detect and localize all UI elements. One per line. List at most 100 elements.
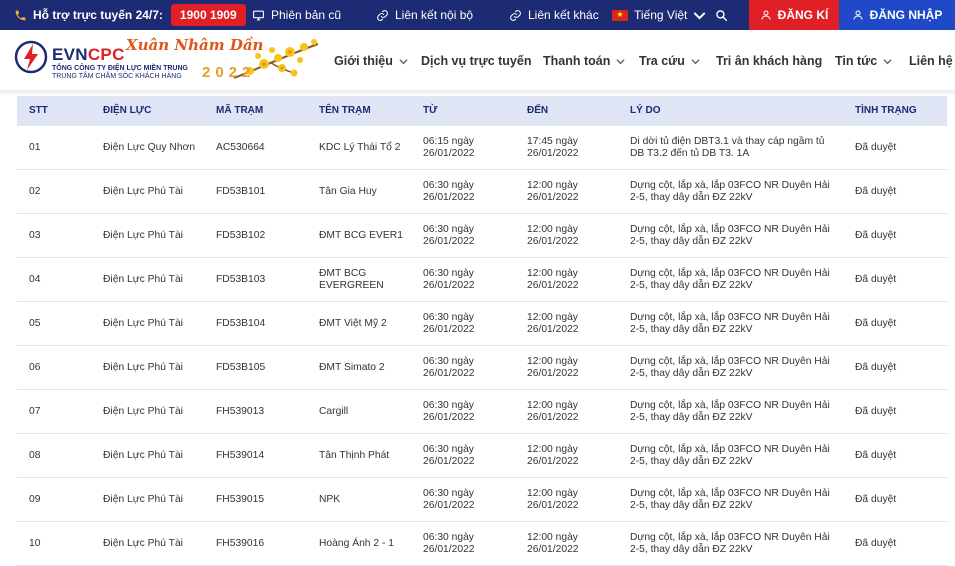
cell-ma-tram: AC530664: [216, 141, 265, 153]
cell-tinh-trang: Đã duyệt: [855, 273, 897, 285]
chevron-down-icon: [693, 11, 706, 19]
cell-dien-luc: Điện Lực Phú Tài: [103, 273, 183, 285]
user-icon: [853, 10, 863, 20]
link-icon: [377, 9, 388, 21]
nav-item-thanh-toan[interactable]: Thanh toán: [543, 30, 625, 92]
table-row: 04 Điện Lực Phú Tài FD53B103 ĐMT BCG EVE…: [17, 258, 947, 302]
cell-stt: 08: [29, 449, 41, 461]
cell-ten-tram: NPK: [319, 493, 341, 505]
nav-label: Thanh toán: [543, 54, 611, 68]
cell-tinh-trang: Đã duyệt: [855, 493, 897, 505]
cell-ten-tram: ĐMT Simato 2: [319, 361, 385, 373]
cell-stt: 09: [29, 493, 41, 505]
main-header: EVNCPC TỔNG CÔNG TY ĐIỆN LỰC MIỀN TRUNG …: [0, 30, 955, 92]
cell-den: 12:00 ngày 26/01/2022: [527, 400, 579, 423]
cell-ten-tram: Hoàng Ánh 2 - 1: [319, 537, 394, 549]
old-version-label: Phiên bản cũ: [271, 8, 342, 22]
outage-schedule-table: STT ĐIỆN LỰC MÃ TRẠM TÊN TRẠM TỪ ĐẾN LÝ …: [17, 96, 947, 566]
column-header-ma-tram: MÃ TRẠM: [216, 105, 264, 116]
column-header-tu: TỪ: [423, 105, 438, 116]
other-links-link[interactable]: Liên kết khác: [509, 0, 599, 30]
cell-den: 12:00 ngày 26/01/2022: [527, 444, 579, 467]
table-row: 10 Điện Lực Phú Tài FH539016 Hoàng Ánh 2…: [17, 522, 947, 566]
top-bar: Hỗ trợ trực tuyến 24/7: 1900 1909 Phiên …: [0, 0, 955, 30]
nav-label: Tri ân khách hàng: [716, 54, 823, 68]
internal-links-link[interactable]: Liên kết nội bộ: [376, 0, 473, 30]
cell-dien-luc: Điện Lực Phú Tài: [103, 361, 183, 373]
cell-tinh-trang: Đã duyệt: [855, 361, 897, 373]
cell-tu: 06:30 ngày 26/01/2022: [423, 444, 475, 467]
nav-item-lien-he[interactable]: Liên hệ: [909, 30, 953, 92]
cell-ma-tram: FD53B105: [216, 361, 266, 373]
register-label: ĐĂNG KÍ: [777, 8, 829, 22]
nav-item-tra-cuu[interactable]: Tra cứu: [639, 30, 700, 92]
cell-ly-do: Dựng cột, lắp xà, lắp 03FCO NR Duyên Hải…: [630, 312, 830, 335]
nav-label: Tra cứu: [639, 54, 685, 68]
cell-tu: 06:30 ngày 26/01/2022: [423, 312, 475, 335]
cell-ma-tram: FD53B104: [216, 317, 266, 329]
nav-item-tin-tuc[interactable]: Tin tức: [835, 30, 892, 92]
cell-den: 12:00 ngày 26/01/2022: [527, 488, 579, 511]
table-row: 05 Điện Lực Phú Tài FD53B104 ĐMT Việt Mỹ…: [17, 302, 947, 346]
nav-label: Dịch vụ trực tuyến: [421, 54, 532, 68]
chevron-down-icon: [399, 58, 408, 64]
cell-ten-tram: Tân Gia Huy: [319, 185, 377, 197]
hotline-number[interactable]: 1900 1909: [170, 4, 246, 26]
cell-tinh-trang: Đã duyệt: [855, 537, 897, 549]
cell-dien-luc: Điện Lực Quy Nhơn: [103, 141, 196, 153]
cell-ly-do: Dựng cột, lắp xà, lắp 03FCO NR Duyên Hải…: [630, 532, 830, 555]
table-header: STT ĐIỆN LỰC MÃ TRẠM TÊN TRẠM TỪ ĐẾN LÝ …: [17, 96, 947, 126]
search-icon: [715, 9, 727, 21]
cell-stt: 05: [29, 317, 41, 329]
language-selector[interactable]: ★ Tiếng Việt: [612, 0, 706, 30]
cell-dien-luc: Điện Lực Phú Tài: [103, 493, 183, 505]
cell-dien-luc: Điện Lực Phú Tài: [103, 185, 183, 197]
table-row: 03 Điện Lực Phú Tài FD53B102 ĐMT BCG EVE…: [17, 214, 947, 258]
cell-tu: 06:30 ngày 26/01/2022: [423, 224, 475, 247]
cell-tu: 06:30 ngày 26/01/2022: [423, 268, 475, 291]
chevron-down-icon: [691, 58, 700, 64]
evn-lightning-logo-icon: [14, 40, 48, 74]
cell-stt: 07: [29, 405, 41, 417]
register-button[interactable]: ĐĂNG KÍ: [749, 0, 839, 30]
login-button[interactable]: ĐĂNG NHẬP: [839, 0, 955, 30]
cell-den: 12:00 ngày 26/01/2022: [527, 356, 579, 379]
cell-tu: 06:30 ngày 26/01/2022: [423, 180, 475, 203]
nav-item-gioi-thieu[interactable]: Giới thiệu: [334, 30, 408, 92]
cell-ten-tram: Tân Thịnh Phát: [319, 449, 390, 461]
table-row: 09 Điện Lực Phú Tài FH539015 NPK 06:30 n…: [17, 478, 947, 522]
hotline-label: Hỗ trợ trực tuyến 24/7:: [33, 8, 163, 22]
cell-dien-luc: Điện Lực Phú Tài: [103, 537, 183, 549]
nav-label: Tin tức: [835, 54, 878, 68]
cell-dien-luc: Điện Lực Phú Tài: [103, 229, 183, 241]
link-icon: [510, 9, 521, 21]
cell-ly-do: Dựng cột, lắp xà, lắp 03FCO NR Duyên Hải…: [630, 400, 830, 423]
cell-ma-tram: FH539014: [216, 449, 265, 461]
cell-stt: 06: [29, 361, 41, 373]
cell-tu: 06:30 ngày 26/01/2022: [423, 488, 475, 511]
column-header-ly-do: LÝ DO: [630, 105, 661, 116]
nav-item-dich-vu-truc-tuyen[interactable]: Dịch vụ trực tuyến: [421, 30, 531, 92]
language-label: Tiếng Việt: [634, 8, 688, 22]
cell-ten-tram: ĐMT BCG EVER1: [319, 229, 403, 241]
cell-ly-do: Dựng cột, lắp xà, lắp 03FCO NR Duyên Hải…: [630, 224, 830, 247]
cell-stt: 01: [29, 141, 41, 153]
nav-item-tri-an-khach-hang[interactable]: Tri ân khách hàng: [716, 30, 822, 92]
table-row: 01 Điện Lực Quy Nhơn AC530664 KDC Lý Thá…: [17, 126, 947, 170]
old-version-link[interactable]: Phiên bản cũ: [252, 0, 341, 30]
cell-stt: 02: [29, 185, 41, 197]
cell-stt: 04: [29, 273, 41, 285]
chevron-down-icon: [616, 58, 625, 64]
cell-den: 12:00 ngày 26/01/2022: [527, 312, 579, 335]
cell-dien-luc: Điện Lực Phú Tài: [103, 317, 183, 329]
site-logo[interactable]: EVNCPC TỔNG CÔNG TY ĐIỆN LỰC MIỀN TRUNG …: [14, 36, 324, 86]
cell-tinh-trang: Đã duyệt: [855, 405, 897, 417]
logo-subtitle-center: TRUNG TÂM CHĂM SÓC KHÁCH HÀNG: [52, 73, 182, 80]
cell-stt: 03: [29, 229, 41, 241]
search-button[interactable]: [712, 0, 730, 30]
cell-tu: 06:30 ngày 26/01/2022: [423, 356, 475, 379]
tet-year: 2022: [202, 64, 256, 81]
vietnam-flag-icon: ★: [612, 9, 628, 21]
cell-tinh-trang: Đã duyệt: [855, 141, 897, 153]
other-links-label: Liên kết khác: [528, 8, 599, 22]
